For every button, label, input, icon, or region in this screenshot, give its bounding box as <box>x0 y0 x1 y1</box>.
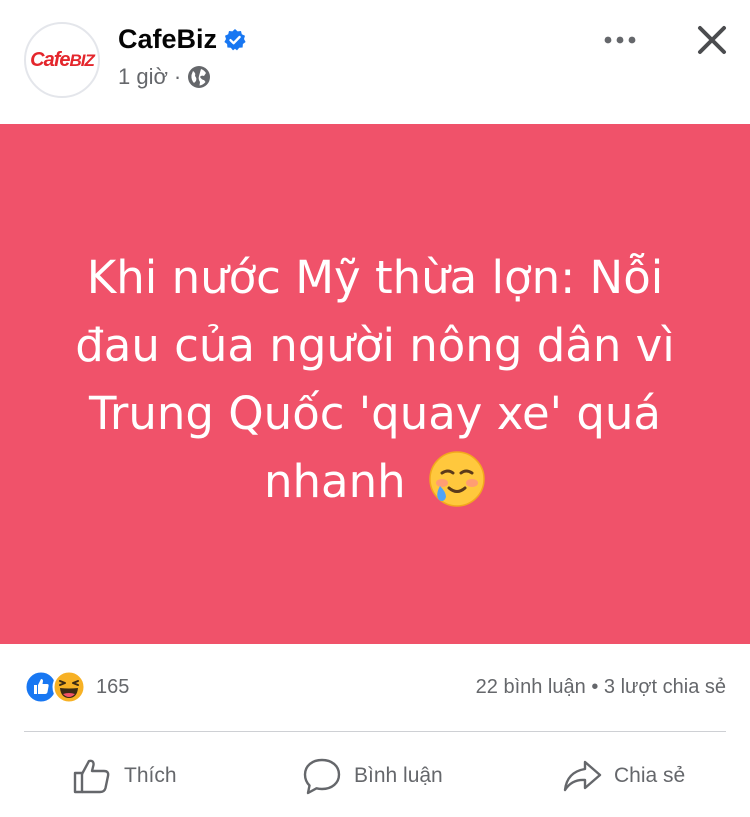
smiling-tear-emoji-icon <box>429 451 485 507</box>
reaction-icons[interactable] <box>24 670 86 704</box>
thumbs-up-icon <box>73 759 110 794</box>
stats-dot: • <box>591 676 599 698</box>
comment-bubble-icon <box>303 758 341 795</box>
verified-badge-icon <box>224 28 246 50</box>
engagement-stats: 22 bình luận • 3 lượt chia sẻ <box>476 676 726 699</box>
page-avatar[interactable]: Cafe BIZ <box>24 22 100 98</box>
more-options-button[interactable] <box>598 22 642 58</box>
post-meta: 1 giờ · <box>118 64 211 90</box>
comment-label: Bình luận <box>354 764 443 787</box>
post-header: Cafe BIZ CafeBiz 1 giờ · <box>0 0 750 124</box>
cafebiz-logo: Cafe BIZ <box>30 48 95 71</box>
more-options-icon <box>604 36 636 44</box>
page-name-label[interactable]: CafeBiz <box>118 24 217 55</box>
comment-count[interactable]: 22 bình luận <box>476 676 586 698</box>
post-card-text: Khi nước Mỹ thừa lợn: Nỗi đau của người … <box>55 244 695 516</box>
like-button[interactable]: Thích <box>72 748 177 804</box>
action-bar: Thích Bình luận Chia sẻ <box>0 748 750 804</box>
close-icon <box>698 26 726 54</box>
globe-icon <box>188 66 211 88</box>
meta-separator: · <box>173 64 182 89</box>
like-label: Thích <box>124 764 177 787</box>
post-time[interactable]: 1 giờ <box>118 64 168 90</box>
share-count[interactable]: 3 lượt chia sẻ <box>604 676 726 698</box>
post-stats: 165 22 bình luận • 3 lượt chia sẻ <box>0 664 750 710</box>
reaction-count[interactable]: 165 <box>96 676 129 699</box>
comment-button[interactable]: Bình luận <box>302 748 443 804</box>
divider <box>24 731 726 732</box>
share-label: Chia sẻ <box>614 764 686 787</box>
post-text-card[interactable]: Khi nước Mỹ thừa lợn: Nỗi đau của người … <box>0 124 750 644</box>
share-arrow-icon <box>563 760 602 792</box>
close-button[interactable] <box>690 18 734 62</box>
post-card-text-content: Khi nước Mỹ thừa lợn: Nỗi đau của người … <box>75 251 675 508</box>
share-button[interactable]: Chia sẻ <box>562 748 685 804</box>
page-name[interactable]: CafeBiz <box>118 24 247 55</box>
haha-reaction-icon <box>52 670 86 704</box>
